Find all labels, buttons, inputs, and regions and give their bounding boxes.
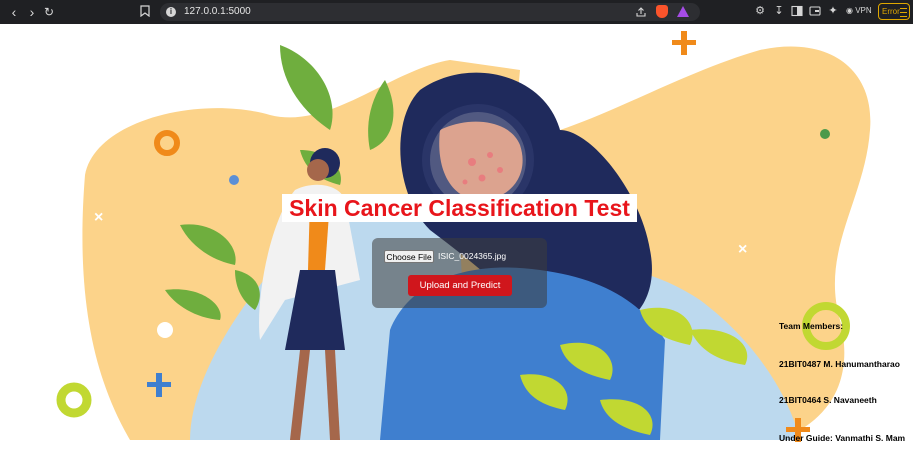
brave-shields-icon[interactable] <box>656 5 668 18</box>
upload-form <box>372 238 547 308</box>
reload-icon[interactable]: ↻ <box>41 4 57 20</box>
bookmark-icon[interactable] <box>140 5 150 17</box>
menu-icon <box>900 8 907 17</box>
vpn-label: VPN <box>855 6 872 15</box>
address-bar[interactable]: i 127.0.0.1:5000 <box>160 3 700 21</box>
leo-icon[interactable]: ✦ <box>827 5 839 17</box>
url-text[interactable]: 127.0.0.1:5000 <box>184 6 251 17</box>
error-label: Error <box>882 7 900 16</box>
forward-icon[interactable]: › <box>24 4 40 20</box>
page-title: Skin Cancer Classification Test <box>289 195 630 221</box>
vpn-button[interactable]: ◉ VPN <box>846 6 872 15</box>
back-icon[interactable]: ‹ <box>6 4 22 20</box>
share-icon[interactable] <box>635 6 647 18</box>
upload-and-predict-button[interactable]: Upload and Predict <box>408 275 512 296</box>
team-heading: Team Members: <box>779 321 844 331</box>
team-member-2: 21BIT0464 S. Navaneeth <box>779 395 877 405</box>
selected-file-name: ISIC_0024365.jpg <box>438 251 507 261</box>
downloads-icon[interactable]: ↧ <box>773 5 785 17</box>
svg-text:×: × <box>94 209 103 226</box>
guide-name: Under Guide: Vanmathi S. Mam <box>779 433 906 443</box>
browser-toolbar: ‹ › ↻ i 127.0.0.1:5000 ⚙ ↧ ✦ ◉ VPN Error <box>0 0 913 24</box>
brave-rewards-icon[interactable] <box>677 6 689 17</box>
svg-text:×: × <box>738 241 747 258</box>
team-member-1: 21BIT0487 M. Hanumantharao <box>779 359 900 369</box>
sidebar-icon[interactable] <box>791 5 803 17</box>
wallet-icon[interactable] <box>809 5 821 17</box>
extensions-icon[interactable]: ⚙ <box>754 5 766 17</box>
choose-file-button[interactable]: Choose File <box>384 250 434 263</box>
vpn-icon: ◉ <box>846 6 853 15</box>
site-info-icon[interactable]: i <box>166 7 176 17</box>
error-menu-button[interactable]: Error <box>878 3 910 20</box>
